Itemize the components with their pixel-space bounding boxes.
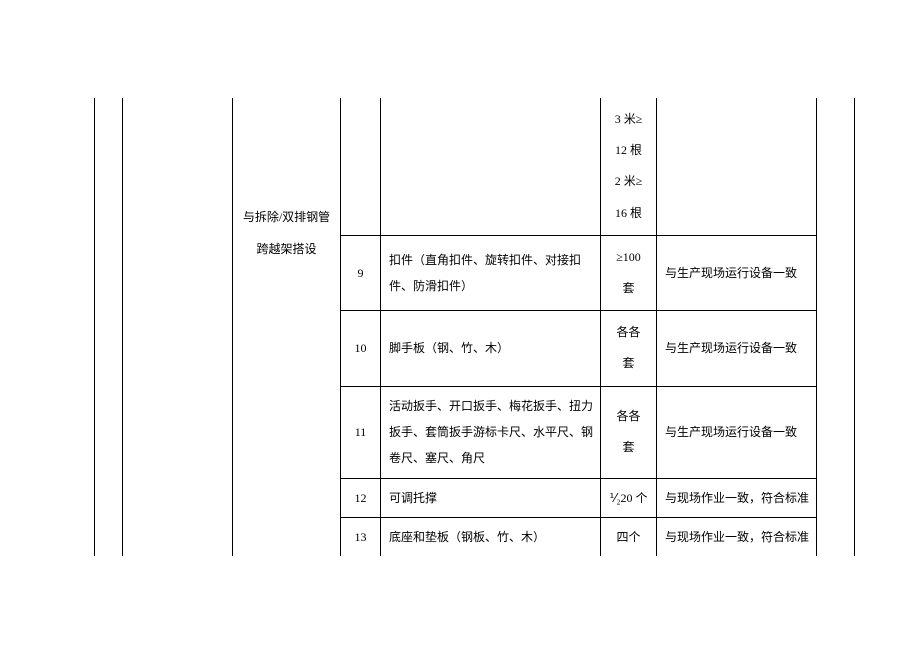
category-line2: 跨越架搭设 <box>237 234 336 265</box>
cell-note-blank <box>657 98 817 235</box>
cell-qty: 四个 <box>601 518 657 557</box>
cell-qty: ≥100 套 <box>601 235 657 310</box>
cell-qty: 各各 套 <box>601 386 657 478</box>
cell-desc: 底座和垫板（钢板、竹、木） <box>381 518 601 557</box>
table: 与拆除/双排钢管 跨越架搭设 3 米≥ 12 根 2 米≥ 16 根 9 <box>94 98 855 556</box>
cell-num: 10 <box>341 311 381 386</box>
equipment-table: 与拆除/双排钢管 跨越架搭设 3 米≥ 12 根 2 米≥ 16 根 9 <box>94 98 854 556</box>
cell-qty: ⅟₂20 个 <box>601 478 657 517</box>
cell-desc: 可调托撑 <box>381 478 601 517</box>
cell-note: 与现场作业一致，符合标准 <box>657 518 817 557</box>
cell-num: 9 <box>341 235 381 310</box>
cell-desc: 脚手板（钢、竹、木） <box>381 311 601 386</box>
cell-note: 与生产现场运行设备一致 <box>657 235 817 310</box>
cell-col-a <box>95 98 123 556</box>
cell-qty-header: 3 米≥ 12 根 2 米≥ 16 根 <box>601 98 657 235</box>
cell-note: 与生产现场运行设备一致 <box>657 386 817 478</box>
cell-qty: 各各 套 <box>601 311 657 386</box>
cell-num: 13 <box>341 518 381 557</box>
cell-num-blank <box>341 98 381 235</box>
cell-note: 与生产现场运行设备一致 <box>657 311 817 386</box>
cell-category: 与拆除/双排钢管 跨越架搭设 <box>233 98 341 556</box>
table-row: 与拆除/双排钢管 跨越架搭设 3 米≥ 12 根 2 米≥ 16 根 <box>95 98 855 235</box>
category-line1: 与拆除/双排钢管 <box>237 202 336 233</box>
cell-desc: 扣件（直角扣件、旋转扣件、对接扣件、防滑扣件） <box>381 235 601 310</box>
cell-desc: 活动扳手、开口扳手、梅花扳手、扭力扳手、套筒扳手游标卡尺、水平尺、钢卷尺、塞尺、… <box>381 386 601 478</box>
cell-col-h <box>817 98 855 556</box>
cell-col-b <box>123 98 233 556</box>
cell-desc-blank <box>381 98 601 235</box>
cell-num: 11 <box>341 386 381 478</box>
cell-num: 12 <box>341 478 381 517</box>
cell-note: 与现场作业一致，符合标准 <box>657 478 817 517</box>
